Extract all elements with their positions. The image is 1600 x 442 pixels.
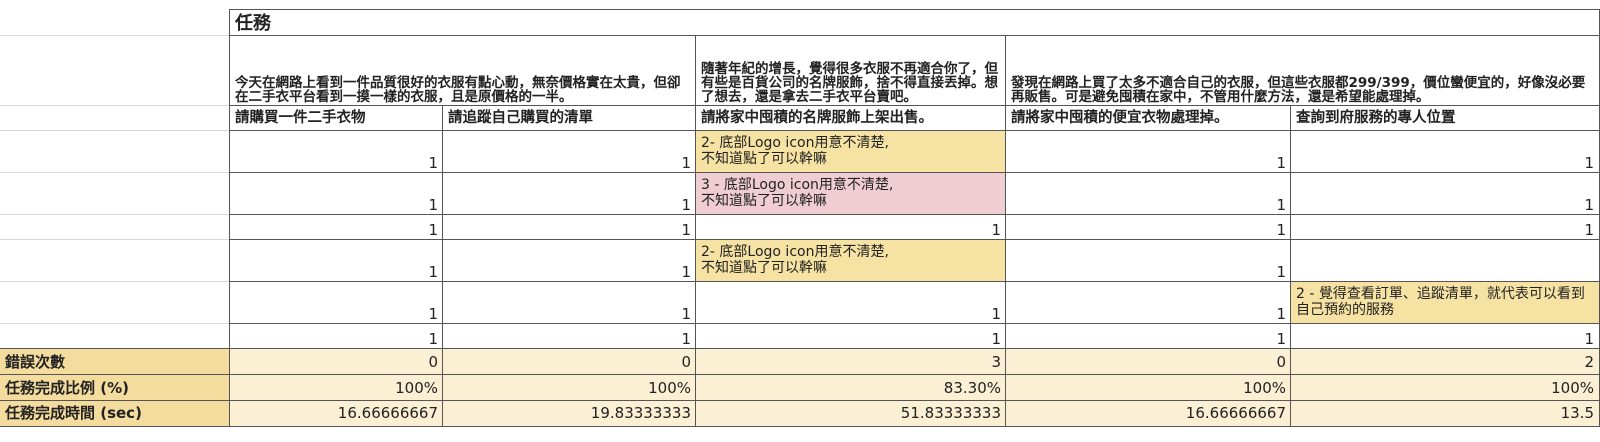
spreadsheet-grid: 任務 今天在網路上看到一件品質很好的衣服有點心動，無奈價格實在太貴，但卻在二手衣… xyxy=(0,0,1600,442)
task-title[interactable]: 任務 xyxy=(229,9,1600,36)
table-cell[interactable]: 1 xyxy=(1005,281,1291,324)
column-header-2[interactable]: 請追蹤自己購買的清單 xyxy=(442,105,696,131)
table-cell[interactable]: 1 xyxy=(1290,323,1600,349)
summary-value[interactable]: 16.66666667 xyxy=(229,400,443,427)
table-cell[interactable]: 1 xyxy=(229,323,443,349)
summary-value[interactable]: 0 xyxy=(442,348,696,375)
table-cell[interactable]: 1 xyxy=(1005,239,1291,282)
column-header-1[interactable]: 請購買一件二手衣物 xyxy=(229,105,443,131)
issue-note-cell[interactable]: 3 - 底部Logo icon用意不清楚, 不知道點了可以幹嘛 xyxy=(695,172,1006,215)
table-cell[interactable]: 1 xyxy=(1290,172,1600,215)
row-header-empty[interactable] xyxy=(0,323,229,349)
table-cell[interactable]: 1 xyxy=(229,130,443,173)
table-cell[interactable]: 1 xyxy=(695,323,1006,349)
summary-value[interactable]: 100% xyxy=(442,374,696,401)
table-cell[interactable]: 1 xyxy=(1005,323,1291,349)
summary-label-errors[interactable]: 錯誤次數 xyxy=(0,348,229,375)
column-header-4[interactable]: 請將家中囤積的便宜衣物處理掉。 xyxy=(1005,105,1291,131)
table-cell[interactable]: 1 xyxy=(1005,214,1291,240)
summary-value[interactable]: 0 xyxy=(1005,348,1291,375)
table-cell[interactable]: 1 xyxy=(442,214,696,240)
row-header-empty[interactable] xyxy=(0,214,229,240)
table-cell[interactable]: 1 xyxy=(229,172,443,215)
table-cell[interactable]: 1 xyxy=(229,239,443,282)
table-cell[interactable]: 1 xyxy=(229,281,443,324)
table-cell[interactable]: 1 xyxy=(1005,130,1291,173)
table-cell[interactable]: 1 xyxy=(695,281,1006,324)
summary-value[interactable]: 16.66666667 xyxy=(1005,400,1291,427)
table-cell[interactable]: 1 xyxy=(442,323,696,349)
row-header-empty[interactable] xyxy=(0,105,229,131)
table-cell[interactable]: 1 xyxy=(442,172,696,215)
row-header-empty[interactable] xyxy=(0,281,229,324)
table-cell[interactable]: 1 xyxy=(442,281,696,324)
row-header-empty[interactable] xyxy=(0,130,229,173)
table-cell[interactable]: 1 xyxy=(442,239,696,282)
summary-value[interactable]: 13.5 xyxy=(1290,400,1600,427)
table-cell[interactable]: 1 xyxy=(695,214,1006,240)
table-cell[interactable]: 1 xyxy=(1290,130,1600,173)
table-cell[interactable]: 1 xyxy=(229,214,443,240)
task-description-1[interactable]: 今天在網路上看到一件品質很好的衣服有點心動，無奈價格實在太貴，但卻在二手衣平台看… xyxy=(229,35,696,106)
table-cell[interactable]: 1 xyxy=(442,130,696,173)
summary-value[interactable]: 3 xyxy=(695,348,1006,375)
table-cell[interactable]: 1 xyxy=(1290,214,1600,240)
row-header-empty[interactable] xyxy=(0,172,229,215)
column-header-5[interactable]: 查詢到府服務的專人位置 xyxy=(1290,105,1600,131)
summary-value[interactable]: 2 xyxy=(1290,348,1600,375)
issue-note-cell[interactable]: 2- 底部Logo icon用意不清楚, 不知道點了可以幹嘛 xyxy=(695,239,1006,282)
task-description-3[interactable]: 發現在網路上買了太多不適合自己的衣服，但這些衣服都299/399，價位蠻便宜的，… xyxy=(1005,35,1600,106)
summary-value[interactable]: 0 xyxy=(229,348,443,375)
issue-note-cell[interactable]: 2- 底部Logo icon用意不清楚, 不知道點了可以幹嘛 xyxy=(695,130,1006,173)
row-header-empty[interactable] xyxy=(0,239,229,282)
summary-value[interactable]: 100% xyxy=(1290,374,1600,401)
issue-note-cell[interactable]: 2 - 覺得查看訂單、追蹤清單，就代表可以看到自己預約的服務 xyxy=(1290,281,1600,324)
summary-value[interactable]: 100% xyxy=(1005,374,1291,401)
summary-value[interactable]: 83.30% xyxy=(695,374,1006,401)
summary-value[interactable]: 100% xyxy=(229,374,443,401)
table-cell[interactable]: 1 xyxy=(1005,172,1291,215)
summary-value[interactable]: 51.83333333 xyxy=(695,400,1006,427)
summary-label-completion-rate[interactable]: 任務完成比例 (%) xyxy=(0,374,229,401)
table-cell[interactable] xyxy=(1290,239,1600,282)
summary-value[interactable]: 19.83333333 xyxy=(442,400,696,427)
task-description-2[interactable]: 隨著年紀的增長，覺得很多衣服不再適合你了，但有些是百貨公司的名牌服飾，捨不得直接… xyxy=(695,35,1006,106)
column-header-3[interactable]: 請將家中囤積的名牌服飾上架出售。 xyxy=(695,105,1006,131)
summary-label-completion-time[interactable]: 任務完成時間 (sec) xyxy=(0,400,229,427)
row-header-empty[interactable] xyxy=(0,35,229,106)
